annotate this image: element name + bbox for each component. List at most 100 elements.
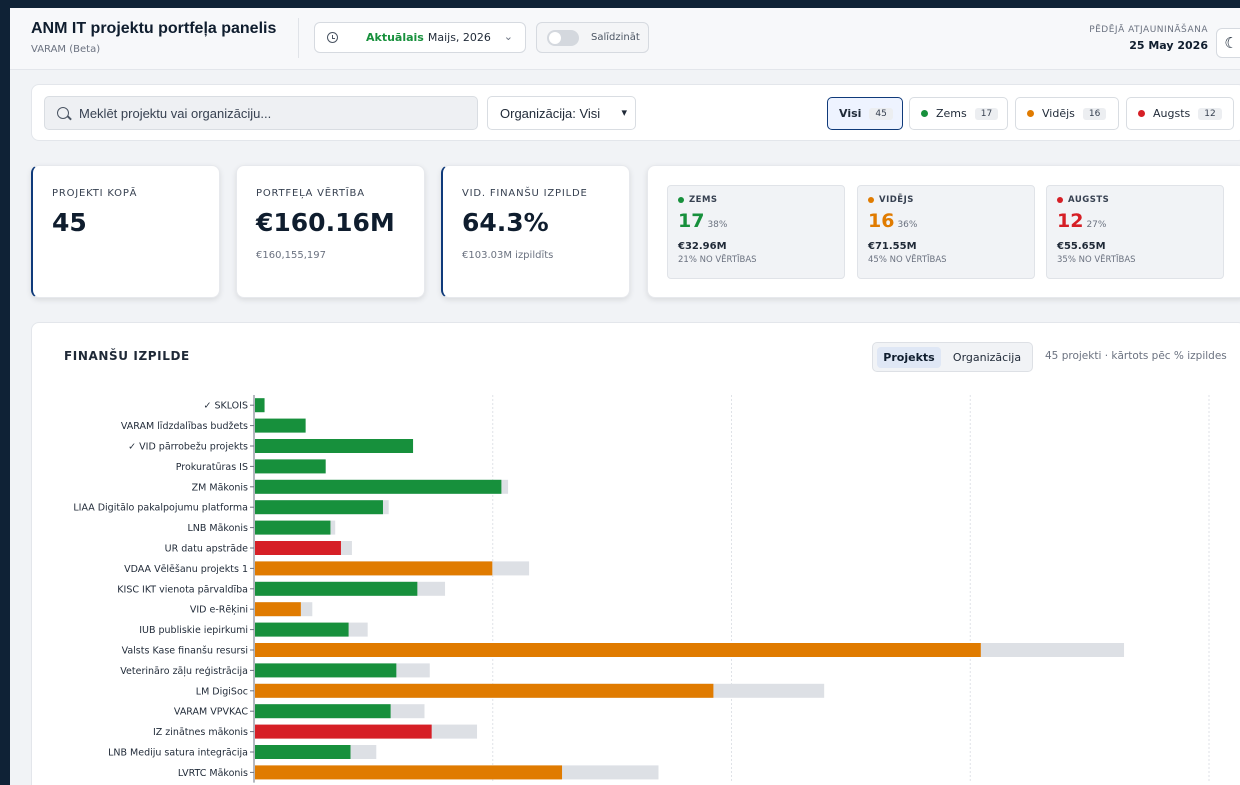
- organization-select-value: Organizācija: Visi: [500, 105, 601, 121]
- kpi-label: PORTFEĻA VĒRTĪBA: [256, 188, 365, 199]
- red-dot-icon: [1138, 110, 1145, 117]
- last-updated-label: PĒDĒJĀ ATJAUNINĀŠANA: [1089, 25, 1208, 35]
- y-tick-label: VDAA Vēlēšanu projekts 1: [124, 564, 248, 575]
- y-tick-label: IUB publiskie iepirkumi: [139, 625, 248, 636]
- chevron-down-icon: ▾: [621, 107, 627, 119]
- dashboard-app: ANM IT projektu portfeļa panelis VARAM (…: [10, 8, 1240, 785]
- bar-executed: [255, 581, 418, 596]
- bar-executed: [255, 520, 331, 535]
- risk-filter-medium[interactable]: Vidējs 16: [1015, 97, 1119, 130]
- risk-filter-high[interactable]: Augsts 12: [1126, 97, 1234, 130]
- y-tick-label: IZ zinātnes mākonis: [153, 727, 248, 738]
- risk-card-header: ZEMS: [678, 195, 718, 205]
- risk-card-low[interactable]: ZEMS 17 38% €32.96M 21% NO VĒRTĪBAS: [667, 185, 845, 279]
- risk-card-label: AUGSTS: [1068, 195, 1110, 205]
- compare-label: Salīdzināt: [591, 32, 640, 43]
- bar-executed: [255, 663, 397, 678]
- y-tick-label: Prokuratūras IS: [176, 462, 248, 473]
- kpi-value: €160.16M: [256, 208, 395, 237]
- risk-card-count: 16: [868, 210, 895, 232]
- risk-card-header: AUGSTS: [1057, 195, 1109, 205]
- risk-filter-count: 45: [869, 107, 893, 120]
- bar-executed: [255, 745, 351, 759]
- risk-filter-count: 16: [1082, 107, 1107, 120]
- bar-executed: [255, 561, 493, 576]
- bar-executed: [255, 765, 563, 780]
- header-divider: [298, 18, 299, 58]
- risk-card-amount: €71.55M: [868, 241, 917, 252]
- search-placeholder: Meklēt projektu vai organizāciju...: [79, 105, 272, 121]
- risk-card-label: ZEMS: [689, 195, 718, 205]
- risk-card-label: VIDĒJS: [879, 195, 914, 205]
- toggle-switch[interactable]: [547, 29, 579, 46]
- bar-executed: [255, 683, 714, 698]
- risk-filter-low[interactable]: Zems 17: [909, 97, 1008, 130]
- y-tick-label: LIAA Digitālo pakalpojumu platforma: [73, 503, 248, 514]
- y-tick-label: VARAM līdzdalības budžets: [121, 421, 248, 432]
- risk-card-amount: €32.96M: [678, 241, 727, 252]
- risk-card-medium[interactable]: VIDĒJS 16 36% €71.55M 45% NO VĒRTĪBAS: [857, 185, 1035, 279]
- page-subtitle: VARAM (Beta): [31, 44, 101, 55]
- bar-executed: [255, 418, 306, 433]
- risk-card-share: 21% NO VĒRTĪBAS: [678, 255, 757, 265]
- bar-executed: [255, 439, 414, 453]
- y-tick-label: LNB Mākonis: [187, 523, 248, 534]
- kpi-value: 45: [52, 208, 87, 237]
- kpi-subvalue: €160,155,197: [256, 250, 326, 261]
- y-tick-label: VID e-Rēķini: [190, 605, 248, 616]
- orange-dot-icon: [868, 197, 874, 203]
- risk-filter-count: 12: [1198, 107, 1222, 120]
- y-tick-label: Veterinārо zāļu reģistrācija: [120, 666, 248, 677]
- last-updated-date: 25 May 2026: [1129, 39, 1208, 52]
- period-value: Maijs, 2026: [427, 31, 491, 44]
- kpi-finance-execution: VID. FINANŠU IZPILDE 64.3% €103.03M izpi…: [441, 165, 630, 298]
- compare-toggle[interactable]: Salīdzināt: [536, 22, 649, 53]
- bar-executed: [255, 643, 981, 657]
- y-tick-label: KISC IKT vienota pārvaldība: [117, 584, 248, 595]
- green-dot-icon: [678, 197, 684, 203]
- risk-card-count-row: 16 36%: [868, 210, 917, 232]
- y-tick-label: VARAM VPVKAC: [174, 707, 248, 718]
- risk-filter-all[interactable]: Visi 45: [827, 97, 903, 130]
- top-header: ANM IT projektu portfeļa panelis VARAM (…: [10, 8, 1240, 70]
- kpi-value: 64.3%: [462, 208, 549, 237]
- kpi-subvalue: €103.03M izpildīts: [462, 250, 554, 261]
- kpi-label: PROJEKTI KOPĀ: [52, 188, 138, 199]
- orange-dot-icon: [1027, 110, 1034, 117]
- red-dot-icon: [1057, 197, 1063, 203]
- theme-toggle-button[interactable]: ☾: [1216, 28, 1240, 58]
- kpi-total-projects: PROJEKTI KOPĀ 45: [31, 165, 220, 298]
- kpi-label: VID. FINANŠU IZPILDE: [462, 188, 588, 199]
- y-tick-label: Valsts Kase finanšu resursi: [122, 646, 248, 657]
- y-tick-label: LM DigiSoc: [196, 686, 248, 697]
- bar-executed: [255, 622, 349, 637]
- risk-filter-label: Augsts: [1153, 107, 1191, 120]
- search-icon: [57, 107, 69, 119]
- green-dot-icon: [921, 110, 928, 117]
- kpi-portfolio-value: PORTFEĻA VĒRTĪBA €160.16M €160,155,197: [236, 165, 425, 298]
- bar-executed: [255, 724, 432, 739]
- period-tag: Aktuālais: [366, 31, 424, 44]
- y-tick-label: UR datu apstrāde: [165, 544, 248, 555]
- risk-card-pct: 27%: [1086, 220, 1107, 230]
- chevron-down-icon: ⌄: [503, 30, 513, 43]
- risk-card-high[interactable]: AUGSTS 12 27% €55.65M 35% NO VĒRTĪBAS: [1046, 185, 1224, 279]
- risk-card-count: 12: [1057, 210, 1084, 232]
- risk-card-pct: 38%: [707, 220, 728, 230]
- risk-card-share: 45% NO VĒRTĪBAS: [868, 255, 947, 265]
- risk-card-header: VIDĒJS: [868, 195, 914, 205]
- period-selector[interactable]: Aktuālais Maijs, 2026 ⌄: [314, 22, 526, 53]
- clock-icon: [327, 32, 338, 43]
- search-input[interactable]: Meklēt projektu vai organizāciju...: [44, 96, 478, 130]
- y-tick-label: ✓ SKLOIS: [203, 401, 248, 412]
- y-tick-label: LNB Mediju satura integrācija: [108, 748, 248, 759]
- bar-executed: [255, 704, 391, 719]
- organization-select[interactable]: Organizācija: Visi ▾: [487, 96, 636, 130]
- page-title: ANM IT projektu portfeļa panelis: [31, 20, 277, 37]
- risk-card-amount: €55.65M: [1057, 241, 1106, 252]
- risk-card-count: 17: [678, 210, 705, 232]
- bar-executed: [255, 398, 265, 413]
- bar-executed: [255, 479, 502, 494]
- bar-executed: [255, 541, 341, 555]
- y-tick-label: ZM Mākonis: [192, 482, 248, 493]
